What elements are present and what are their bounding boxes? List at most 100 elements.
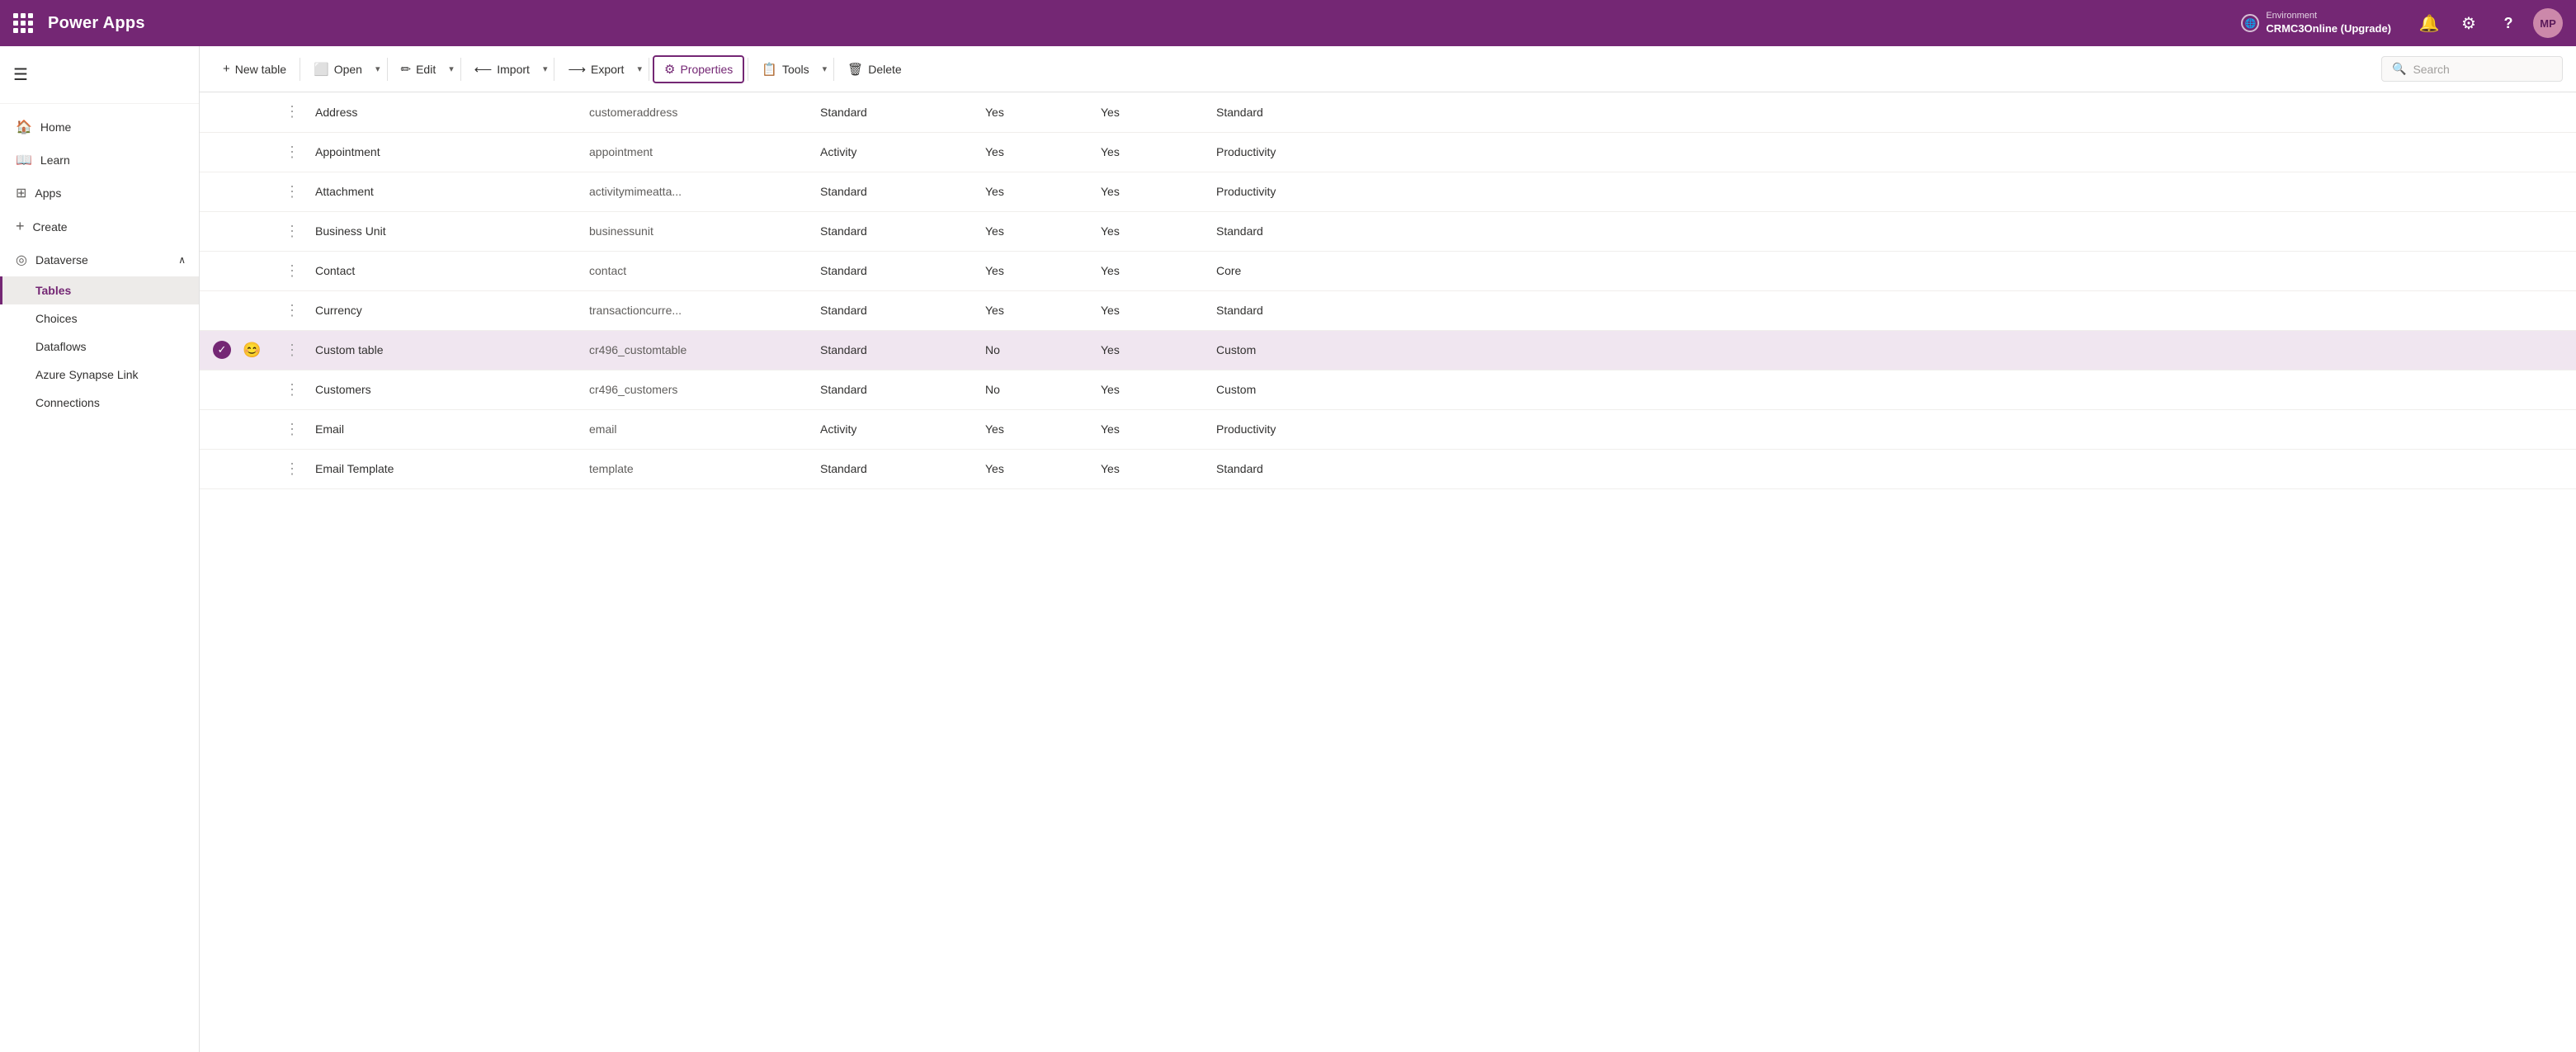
check-cell [200,251,243,290]
row-menu-cell[interactable] [276,290,309,330]
row-managed: Yes [985,132,1101,172]
help-button[interactable]: ? [2493,8,2523,38]
properties-button[interactable]: ⚙ Properties [653,55,744,83]
emoji-cell [243,251,276,290]
row-context-menu[interactable] [285,262,300,279]
sidebar-item-home[interactable]: 🏠 Home [0,111,199,144]
notifications-button[interactable]: 🔔 [2414,8,2444,38]
row-context-menu[interactable] [285,460,300,477]
row-menu-cell[interactable] [276,370,309,409]
row-menu-cell[interactable] [276,409,309,449]
open-dropdown[interactable]: ▾ [372,59,384,79]
sidebar-item-tables[interactable]: Tables [0,276,199,304]
table-row[interactable]: Address customeraddress Standard Yes Yes… [200,92,2576,132]
sidebar-item-dataflows[interactable]: Dataflows [0,333,199,361]
row-name: Email Template [309,449,589,488]
row-context-menu[interactable] [285,302,300,318]
emoji-cell [243,409,276,449]
row-context-menu[interactable] [285,223,300,239]
row-menu-cell[interactable] [276,251,309,290]
sidebar-item-label: Apps [35,186,61,200]
table-row[interactable]: Attachment activitymimeatta... Standard … [200,172,2576,211]
row-menu-cell[interactable] [276,211,309,251]
row-context-menu[interactable] [285,103,300,120]
properties-label: Properties [680,63,733,76]
open-button[interactable]: ⬜ Open [304,57,372,82]
connections-label: Connections [35,396,100,409]
row-emoji: 😊 [243,342,261,358]
sidebar-item-learn[interactable]: 📖 Learn [0,144,199,177]
row-menu-cell[interactable] [276,330,309,370]
row-context-menu[interactable] [285,381,300,398]
sidebar-item-azure-synapse-link[interactable]: Azure Synapse Link [0,361,199,389]
separator-3 [460,58,461,81]
settings-button[interactable]: ⚙ [2454,8,2484,38]
sidebar-item-label: Dataverse [35,253,88,267]
search-box[interactable]: 🔍 Search [2381,56,2563,82]
row-solution: Standard [1216,92,2576,132]
tools-button[interactable]: 📋 Tools [752,57,819,82]
table-row[interactable]: Email email Activity Yes Yes Productivit… [200,409,2576,449]
sidebar-item-dataverse[interactable]: ◎ Dataverse ∧ [0,243,199,276]
row-name: Email [309,409,589,449]
environment-selector[interactable]: 🌐 Environment CRMC3Online (Upgrade) [2241,10,2391,35]
sidebar-item-create[interactable]: + Create [0,210,199,243]
row-solution: Standard [1216,211,2576,251]
row-solution: Custom [1216,330,2576,370]
sidebar-item-label: Home [40,120,71,134]
emoji-cell: 😊 [243,330,276,370]
row-solution: Productivity [1216,409,2576,449]
new-table-icon: + [223,62,230,76]
row-context-menu[interactable] [285,421,300,437]
azure-synapse-label: Azure Synapse Link [35,368,139,381]
row-type: Activity [820,409,985,449]
export-dropdown[interactable]: ▾ [634,59,645,79]
sidebar-item-connections[interactable]: Connections [0,389,199,417]
row-menu-cell[interactable] [276,172,309,211]
row-logname: customeraddress [589,92,820,132]
table-row[interactable]: Customers cr496_customers Standard No Ye… [200,370,2576,409]
table-container: Address customeraddress Standard Yes Yes… [200,92,2576,1052]
row-menu-cell[interactable] [276,92,309,132]
row-context-menu[interactable] [285,342,300,358]
row-logname: email [589,409,820,449]
row-type: Standard [820,290,985,330]
tools-dropdown[interactable]: ▾ [819,59,831,79]
row-customizable: Yes [1101,251,1216,290]
table-row[interactable]: Contact contact Standard Yes Yes Core [200,251,2576,290]
sidebar-item-apps[interactable]: ⊞ Apps [0,177,199,210]
row-menu-cell[interactable] [276,449,309,488]
row-customizable: Yes [1101,370,1216,409]
import-label: Import [497,63,530,76]
dataverse-chevron: ∧ [178,254,186,266]
row-context-menu[interactable] [285,144,300,160]
sidebar: ☰ 🏠 Home 📖 Learn ⊞ Apps + Create ◎ Dat [0,46,200,1052]
row-logname: cr496_customers [589,370,820,409]
table-row[interactable]: Email Template template Standard Yes Yes… [200,449,2576,488]
table-row[interactable]: Business Unit businessunit Standard Yes … [200,211,2576,251]
delete-button[interactable]: 🗑 Delete [837,57,912,82]
sidebar-item-choices[interactable]: Choices [0,304,199,333]
row-customizable: Yes [1101,290,1216,330]
row-customizable: Yes [1101,409,1216,449]
check-cell [200,290,243,330]
apps-grid-icon[interactable] [13,13,33,33]
user-avatar[interactable]: MP [2533,8,2563,38]
hamburger-menu[interactable]: ☰ [13,56,186,93]
row-context-menu[interactable] [285,183,300,200]
import-button[interactable]: ⟵ Import [465,57,540,82]
export-button[interactable]: ⟶ Export [558,57,634,82]
table-row[interactable]: Appointment appointment Activity Yes Yes… [200,132,2576,172]
new-table-button[interactable]: + New table [213,57,296,81]
row-menu-cell[interactable] [276,132,309,172]
learn-icon: 📖 [16,152,32,168]
edit-dropdown[interactable]: ▾ [446,59,457,79]
table-row[interactable]: ✓ 😊 Custom table cr496_customtable Stand… [200,330,2576,370]
import-dropdown[interactable]: ▾ [540,59,551,79]
edit-button[interactable]: ✏ Edit [391,57,446,82]
choices-label: Choices [35,312,78,325]
row-type: Standard [820,172,985,211]
separator-7 [833,58,834,81]
table-row[interactable]: Currency transactioncurre... Standard Ye… [200,290,2576,330]
emoji-cell [243,370,276,409]
